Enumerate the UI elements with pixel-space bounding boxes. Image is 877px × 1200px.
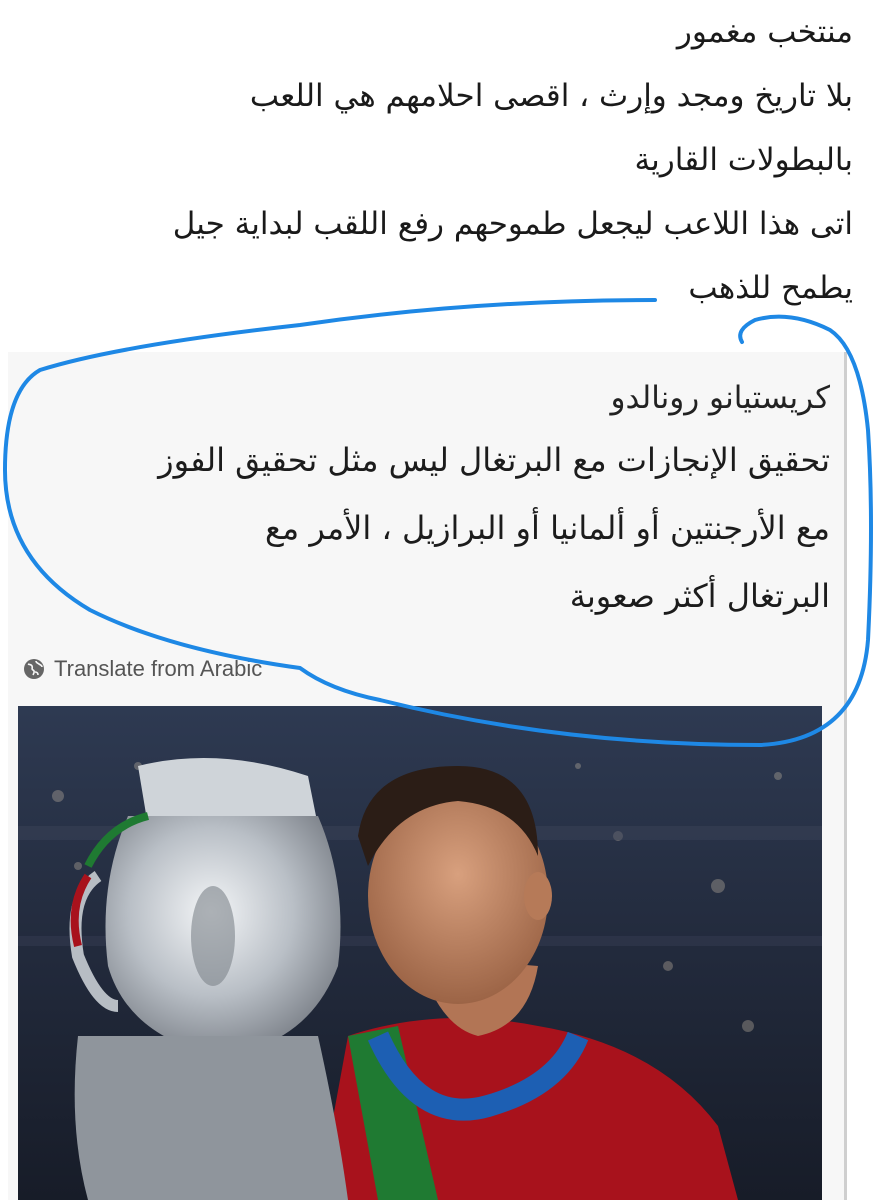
- post-line-4: اتى هذا اللاعب ليجعل طموحهم رفع اللقب لب…: [172, 206, 853, 242]
- quote-author: كريستيانو رونالدو: [610, 380, 831, 416]
- globe-icon: [24, 659, 44, 679]
- photo-illustration: [18, 706, 822, 1200]
- quote-text: تحقيق الإنجازات مع البرتغال ليس مثل تحقي…: [26, 426, 830, 630]
- quote-line-3: البرتغال أكثر صعوبة: [569, 577, 830, 615]
- quote-line-1: تحقيق الإنجازات مع البرتغال ليس مثل تحقي…: [158, 441, 830, 479]
- post-text: منتخب مغمور بلا تاريخ ومجد وإرث ، اقصى ا…: [20, 0, 853, 320]
- player-trophy-photo[interactable]: [18, 706, 822, 1200]
- quote-block: كريستيانو رونالدو تحقيق الإنجازات مع الب…: [26, 370, 830, 630]
- translate-label: Translate from Arabic: [54, 656, 263, 681]
- post-line-1: منتخب مغمور: [676, 14, 853, 50]
- translate-button[interactable]: Translate from Arabic: [22, 656, 262, 682]
- post-line-3: بالبطولات القارية: [634, 142, 853, 178]
- quote-line-2: مع الأرجنتين أو ألمانيا أو البرازيل ، ال…: [264, 509, 830, 547]
- post-line-2: بلا تاريخ ومجد وإرث ، اقصى احلامهم هي ال…: [249, 78, 853, 114]
- post-line-5: يطمح للذهب: [688, 270, 853, 306]
